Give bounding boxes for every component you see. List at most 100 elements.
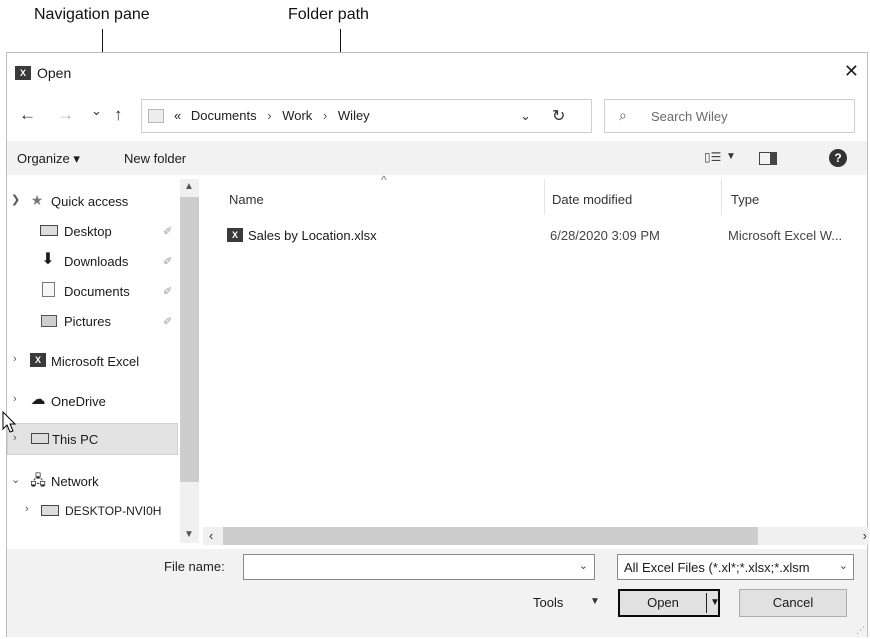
horizontal-scrollbar[interactable]: ‹ › (203, 527, 869, 545)
help-icon[interactable]: ? (829, 149, 847, 167)
open-button-label: Open (647, 595, 679, 610)
open-dropdown-arrow-icon[interactable]: ▼ (710, 591, 720, 615)
document-icon (42, 282, 55, 297)
back-button[interactable]: ← (19, 105, 36, 125)
nav-label-this-pc: This PC (52, 432, 99, 447)
nav-label-pictures: Pictures (64, 314, 111, 329)
excel-file-icon: X (227, 228, 243, 242)
column-header-date-modified[interactable]: Date modified (552, 192, 632, 207)
column-divider[interactable] (544, 179, 545, 215)
view-options-icon[interactable]: ▯☰ (704, 150, 721, 164)
nav-onedrive[interactable]: › ☁ OneDrive (7, 387, 178, 415)
organize-button[interactable]: Organize ▾ (17, 151, 80, 167)
file-date-modified: 6/28/2020 3:09 PM (550, 228, 660, 243)
chevron-right-icon[interactable]: › (13, 353, 17, 365)
pin-icon: ✐ (163, 226, 173, 238)
nav-microsoft-excel[interactable]: › X Microsoft Excel (7, 347, 178, 375)
file-type-filter-select[interactable]: All Excel Files (*.xl*;*.xlsx;*.xlsm ⌄ (617, 554, 854, 580)
open-dialog: X Open ✕ ← → ⌄ ↑ « Documents › Work › Wi… (6, 52, 869, 637)
nav-desktop-pc[interactable]: › DESKTOP-NVI0H (7, 497, 178, 525)
navigation-scrollbar[interactable]: ▲ ▼ (180, 179, 199, 543)
nav-label-onedrive: OneDrive (51, 394, 106, 409)
pin-icon: ✐ (163, 286, 173, 298)
breadcrumb-overflow[interactable]: « (174, 108, 181, 123)
preview-pane-icon[interactable] (759, 152, 777, 165)
scrollbar-thumb[interactable] (223, 527, 758, 545)
file-name-input[interactable]: ⌄ (243, 554, 595, 580)
address-row: ← → ⌄ ↑ « Documents › Work › Wiley ⌄ ↻ ⌕… (7, 97, 867, 135)
search-input[interactable]: ⌕ Search Wiley (604, 99, 855, 133)
chevron-right-icon[interactable]: › (13, 393, 17, 405)
nav-label-microsoft-excel: Microsoft Excel (51, 354, 140, 369)
scroll-left-icon[interactable]: ‹ (209, 528, 213, 543)
nav-documents[interactable]: Documents ✐ (7, 277, 178, 305)
bottom-panel: File name: ⌄ All Excel Files (*.xl*;*.xl… (7, 549, 867, 637)
scroll-right-icon[interactable]: › (863, 528, 867, 543)
navigation-pane-callout: Navigation pane (34, 6, 150, 23)
scrollbar-thumb[interactable] (180, 197, 199, 482)
search-placeholder: Search Wiley (651, 109, 728, 124)
picture-icon (41, 315, 57, 327)
forward-button[interactable]: → (57, 105, 74, 125)
nav-this-pc[interactable]: › This PC (7, 423, 178, 455)
view-dropdown-arrow-icon[interactable]: ▼ (726, 151, 736, 162)
address-dropdown-button[interactable]: ⌄ (520, 108, 531, 124)
mouse-cursor-icon (2, 411, 17, 433)
chevron-down-icon[interactable]: ❯ (11, 193, 20, 206)
excel-app-icon: X (15, 66, 31, 80)
column-header-name[interactable]: Name (229, 192, 264, 207)
refresh-icon[interactable]: ↻ (552, 106, 565, 126)
chevron-down-icon[interactable]: ⌄ (579, 559, 588, 572)
folder-path-callout: Folder path (288, 6, 369, 23)
chevron-down-icon[interactable]: ⌄ (11, 473, 20, 486)
scroll-down-icon[interactable]: ▼ (184, 529, 194, 540)
address-bar[interactable]: « Documents › Work › Wiley ⌄ ↻ (141, 99, 592, 133)
chevron-right-icon[interactable]: › (267, 108, 271, 123)
cloud-icon: ☁ (30, 391, 46, 408)
dialog-title: Open (37, 65, 72, 81)
computer-icon (31, 433, 49, 444)
up-button[interactable]: ↑ (114, 105, 123, 125)
cancel-button[interactable]: Cancel (739, 589, 847, 617)
nav-pictures[interactable]: Pictures ✐ (7, 307, 178, 335)
breadcrumb-wiley[interactable]: Wiley (338, 108, 370, 123)
nav-quick-access[interactable]: ❯ ★ Quick access (7, 187, 178, 215)
nav-downloads[interactable]: ⬇ Downloads ✐ (7, 247, 178, 275)
open-button[interactable]: Open ▼ (618, 589, 720, 617)
new-folder-button[interactable]: New folder (124, 151, 186, 166)
nav-label-desktop-pc: DESKTOP-NVI0H (65, 504, 162, 518)
file-name-label: File name: (164, 559, 225, 574)
pin-icon: ✐ (163, 316, 173, 328)
file-row[interactable]: X Sales by Location.xlsx 6/28/2020 3:09 … (203, 225, 869, 249)
chevron-down-icon[interactable]: ⌄ (839, 559, 848, 572)
sort-ascending-icon: ^ (381, 173, 387, 187)
file-type-filter-value: All Excel Files (*.xl*;*.xlsx;*.xlsm (624, 560, 810, 575)
breadcrumb-documents[interactable]: Documents (191, 108, 257, 123)
chevron-right-icon[interactable]: › (323, 108, 327, 123)
nav-label-network: Network (51, 474, 99, 489)
excel-icon: X (30, 353, 46, 367)
column-divider[interactable] (721, 179, 722, 215)
tools-dropdown-arrow-icon[interactable]: ▼ (590, 596, 600, 607)
navigation-pane: ❯ ★ Quick access Desktop ✐ ⬇ Downloads ✐… (7, 179, 199, 544)
split-divider (706, 593, 707, 613)
nav-network[interactable]: ⌄ 🖧 Network (7, 467, 178, 495)
download-arrow-icon: ⬇ (41, 251, 55, 268)
nav-label-documents: Documents (64, 284, 130, 299)
scroll-up-icon[interactable]: ▲ (184, 181, 194, 192)
title-bar: X Open ✕ (7, 53, 867, 93)
tools-button[interactable]: Tools (533, 595, 563, 610)
close-button[interactable]: ✕ (844, 61, 859, 82)
nav-label-desktop: Desktop (64, 224, 112, 239)
column-header-type[interactable]: Type (731, 192, 759, 207)
nav-label-quick-access: Quick access (51, 194, 129, 209)
network-icon: 🖧 (30, 472, 46, 488)
search-icon: ⌕ (619, 107, 627, 123)
recent-locations-button[interactable]: ⌄ (91, 103, 102, 119)
nav-desktop[interactable]: Desktop ✐ (7, 217, 178, 245)
breadcrumb-work[interactable]: Work (282, 108, 312, 123)
folder-icon (148, 109, 164, 123)
chevron-right-icon[interactable]: › (25, 503, 29, 515)
breadcrumb: « Documents › Work › Wiley (174, 108, 370, 123)
resize-grip-icon[interactable]: ⋰ (856, 625, 865, 636)
